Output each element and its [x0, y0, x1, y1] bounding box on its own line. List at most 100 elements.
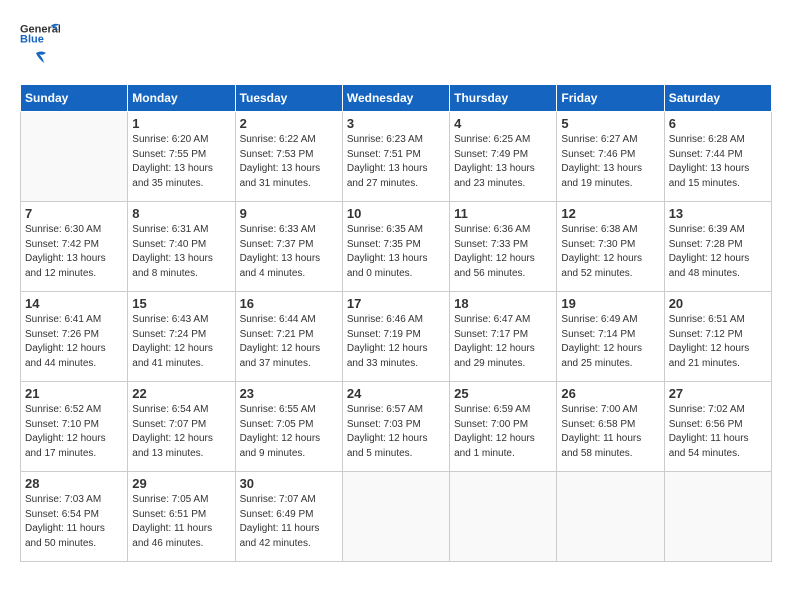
calendar-week-row: 21 Sunrise: 6:52 AM Sunset: 7:10 PM Dayli…	[21, 382, 772, 472]
day-number: 16	[240, 296, 338, 311]
day-number: 25	[454, 386, 552, 401]
calendar-cell: 5 Sunrise: 6:27 AM Sunset: 7:46 PM Daylig…	[557, 112, 664, 202]
day-number: 19	[561, 296, 659, 311]
calendar-cell: 29 Sunrise: 7:05 AM Sunset: 6:51 PM Dayli…	[128, 472, 235, 562]
calendar-cell: 12 Sunrise: 6:38 AM Sunset: 7:30 PM Dayli…	[557, 202, 664, 292]
cell-content: Sunrise: 6:39 AM Sunset: 7:28 PM Dayligh…	[669, 223, 767, 281]
calendar-cell: 9 Sunrise: 6:33 AM Sunset: 7:37 PM Daylig…	[235, 202, 342, 292]
day-number: 22	[132, 386, 230, 401]
calendar-cell: 17Sunrise: 6:46 AM Sunset: 7:19 PM Dayli…	[342, 292, 449, 382]
cell-content: Sunrise: 6:22 AM Sunset: 7:53 PM Dayligh…	[240, 133, 338, 191]
calendar-cell: 18Sunrise: 6:47 AM Sunset: 7:17 PM Dayli…	[450, 292, 557, 382]
cell-content: Sunrise: 6:25 AM Sunset: 7:49 PM Dayligh…	[454, 133, 552, 191]
calendar-header-friday: Friday	[557, 85, 664, 112]
calendar-week-row: 28 Sunrise: 7:03 AM Sunset: 6:54 PM Dayli…	[21, 472, 772, 562]
day-number: 12	[561, 206, 659, 221]
day-number: 10	[347, 206, 445, 221]
calendar-cell	[664, 472, 771, 562]
cell-content: Sunrise: 6:51 AM Sunset: 7:12 PM Dayligh…	[669, 313, 767, 371]
day-number: 8	[132, 206, 230, 221]
day-number: 29	[132, 476, 230, 491]
cell-content: Sunrise: 7:07 AM Sunset: 6:49 PM Dayligh…	[240, 493, 338, 551]
calendar-week-row: 1 Sunrise: 6:20 AM Sunset: 7:55 PM Daylig…	[21, 112, 772, 202]
calendar-cell: 13 Sunrise: 6:39 AM Sunset: 7:28 PM Dayli…	[664, 202, 771, 292]
calendar-cell: 2Sunrise: 6:22 AM Sunset: 7:53 PM Daylig…	[235, 112, 342, 202]
cell-content: Sunrise: 6:31 AM Sunset: 7:40 PM Dayligh…	[132, 223, 230, 281]
cell-content: Sunrise: 6:47 AM Sunset: 7:17 PM Dayligh…	[454, 313, 552, 371]
day-number: 15	[132, 296, 230, 311]
calendar-header-saturday: Saturday	[664, 85, 771, 112]
calendar-cell: 24 Sunrise: 6:57 AM Sunset: 7:03 PM Dayli…	[342, 382, 449, 472]
day-number: 11	[454, 206, 552, 221]
cell-content: Sunrise: 7:05 AM Sunset: 6:51 PM Dayligh…	[132, 493, 230, 551]
cell-content: Sunrise: 6:30 AM Sunset: 7:42 PM Dayligh…	[25, 223, 123, 281]
calendar-cell: 26 Sunrise: 7:00 AM Sunset: 6:58 PM Dayli…	[557, 382, 664, 472]
calendar-cell: 8 Sunrise: 6:31 AM Sunset: 7:40 PM Daylig…	[128, 202, 235, 292]
day-number: 30	[240, 476, 338, 491]
calendar-cell	[21, 112, 128, 202]
calendar-cell: 6Sunrise: 6:28 AM Sunset: 7:44 PM Daylig…	[664, 112, 771, 202]
cell-content: Sunrise: 6:35 AM Sunset: 7:35 PM Dayligh…	[347, 223, 445, 281]
cell-content: Sunrise: 6:55 AM Sunset: 7:05 PM Dayligh…	[240, 403, 338, 461]
day-number: 26	[561, 386, 659, 401]
calendar-cell: 4Sunrise: 6:25 AM Sunset: 7:49 PM Daylig…	[450, 112, 557, 202]
cell-content: Sunrise: 6:52 AM Sunset: 7:10 PM Dayligh…	[25, 403, 123, 461]
calendar-cell: 3 Sunrise: 6:23 AM Sunset: 7:51 PM Daylig…	[342, 112, 449, 202]
calendar-cell: 10 Sunrise: 6:35 AM Sunset: 7:35 PM Dayli…	[342, 202, 449, 292]
day-number: 1	[132, 116, 230, 131]
day-number: 21	[25, 386, 123, 401]
calendar-header-row: SundayMondayTuesdayWednesdayThursdayFrid…	[21, 85, 772, 112]
calendar-cell	[557, 472, 664, 562]
cell-content: Sunrise: 7:03 AM Sunset: 6:54 PM Dayligh…	[25, 493, 123, 551]
calendar-cell	[450, 472, 557, 562]
day-number: 13	[669, 206, 767, 221]
cell-content: Sunrise: 6:43 AM Sunset: 7:24 PM Dayligh…	[132, 313, 230, 371]
cell-content: Sunrise: 6:49 AM Sunset: 7:14 PM Dayligh…	[561, 313, 659, 371]
cell-content: Sunrise: 6:57 AM Sunset: 7:03 PM Dayligh…	[347, 403, 445, 461]
day-number: 9	[240, 206, 338, 221]
calendar-cell: 27Sunrise: 7:02 AM Sunset: 6:56 PM Dayli…	[664, 382, 771, 472]
calendar-cell: 7 Sunrise: 6:30 AM Sunset: 7:42 PM Daylig…	[21, 202, 128, 292]
calendar-header-tuesday: Tuesday	[235, 85, 342, 112]
cell-content: Sunrise: 6:41 AM Sunset: 7:26 PM Dayligh…	[25, 313, 123, 371]
calendar-week-row: 7 Sunrise: 6:30 AM Sunset: 7:42 PM Daylig…	[21, 202, 772, 292]
day-number: 6	[669, 116, 767, 131]
calendar-cell: 1 Sunrise: 6:20 AM Sunset: 7:55 PM Daylig…	[128, 112, 235, 202]
svg-text:Blue: Blue	[20, 34, 44, 46]
calendar-cell: 30 Sunrise: 7:07 AM Sunset: 6:49 PM Dayli…	[235, 472, 342, 562]
calendar-cell: 15 Sunrise: 6:43 AM Sunset: 7:24 PM Dayli…	[128, 292, 235, 382]
day-number: 5	[561, 116, 659, 131]
calendar-week-row: 14Sunrise: 6:41 AM Sunset: 7:26 PM Dayli…	[21, 292, 772, 382]
cell-content: Sunrise: 6:23 AM Sunset: 7:51 PM Dayligh…	[347, 133, 445, 191]
calendar-cell: 21 Sunrise: 6:52 AM Sunset: 7:10 PM Dayli…	[21, 382, 128, 472]
calendar-cell: 20 Sunrise: 6:51 AM Sunset: 7:12 PM Dayli…	[664, 292, 771, 382]
day-number: 23	[240, 386, 338, 401]
cell-content: Sunrise: 6:59 AM Sunset: 7:00 PM Dayligh…	[454, 403, 552, 461]
cell-content: Sunrise: 6:27 AM Sunset: 7:46 PM Dayligh…	[561, 133, 659, 191]
calendar-cell: 28 Sunrise: 7:03 AM Sunset: 6:54 PM Dayli…	[21, 472, 128, 562]
day-number: 20	[669, 296, 767, 311]
calendar-cell: 16 Sunrise: 6:44 AM Sunset: 7:21 PM Dayli…	[235, 292, 342, 382]
cell-content: Sunrise: 6:20 AM Sunset: 7:55 PM Dayligh…	[132, 133, 230, 191]
cell-content: Sunrise: 7:00 AM Sunset: 6:58 PM Dayligh…	[561, 403, 659, 461]
logo: General Blue	[20, 20, 60, 68]
calendar-cell: 22 Sunrise: 6:54 AM Sunset: 7:07 PM Dayli…	[128, 382, 235, 472]
calendar-cell: 23 Sunrise: 6:55 AM Sunset: 7:05 PM Dayli…	[235, 382, 342, 472]
cell-content: Sunrise: 6:54 AM Sunset: 7:07 PM Dayligh…	[132, 403, 230, 461]
day-number: 24	[347, 386, 445, 401]
cell-content: Sunrise: 6:38 AM Sunset: 7:30 PM Dayligh…	[561, 223, 659, 281]
day-number: 3	[347, 116, 445, 131]
calendar-cell: 11 Sunrise: 6:36 AM Sunset: 7:33 PM Dayli…	[450, 202, 557, 292]
cell-content: Sunrise: 6:44 AM Sunset: 7:21 PM Dayligh…	[240, 313, 338, 371]
cell-content: Sunrise: 6:36 AM Sunset: 7:33 PM Dayligh…	[454, 223, 552, 281]
calendar-header-sunday: Sunday	[21, 85, 128, 112]
day-number: 28	[25, 476, 123, 491]
cell-content: Sunrise: 6:33 AM Sunset: 7:37 PM Dayligh…	[240, 223, 338, 281]
page-header: General Blue	[20, 20, 772, 68]
calendar-cell	[342, 472, 449, 562]
cell-content: Sunrise: 7:02 AM Sunset: 6:56 PM Dayligh…	[669, 403, 767, 461]
day-number: 17	[347, 296, 445, 311]
logo-icon: General Blue	[20, 20, 60, 48]
day-number: 7	[25, 206, 123, 221]
calendar-cell: 25 Sunrise: 6:59 AM Sunset: 7:00 PM Dayli…	[450, 382, 557, 472]
